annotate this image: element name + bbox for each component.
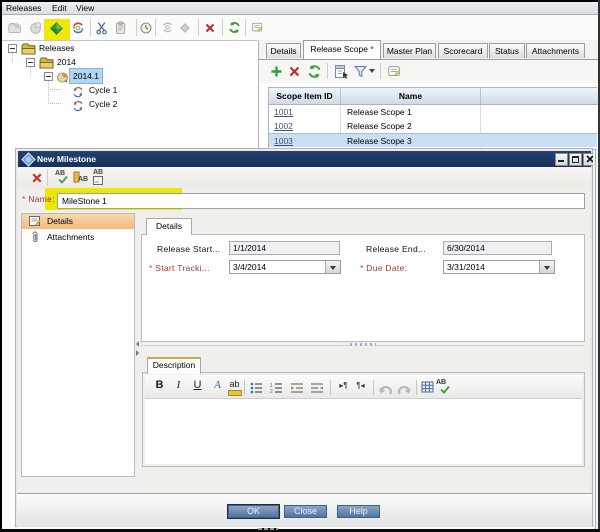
svg-text:2: 2 xyxy=(270,389,273,394)
